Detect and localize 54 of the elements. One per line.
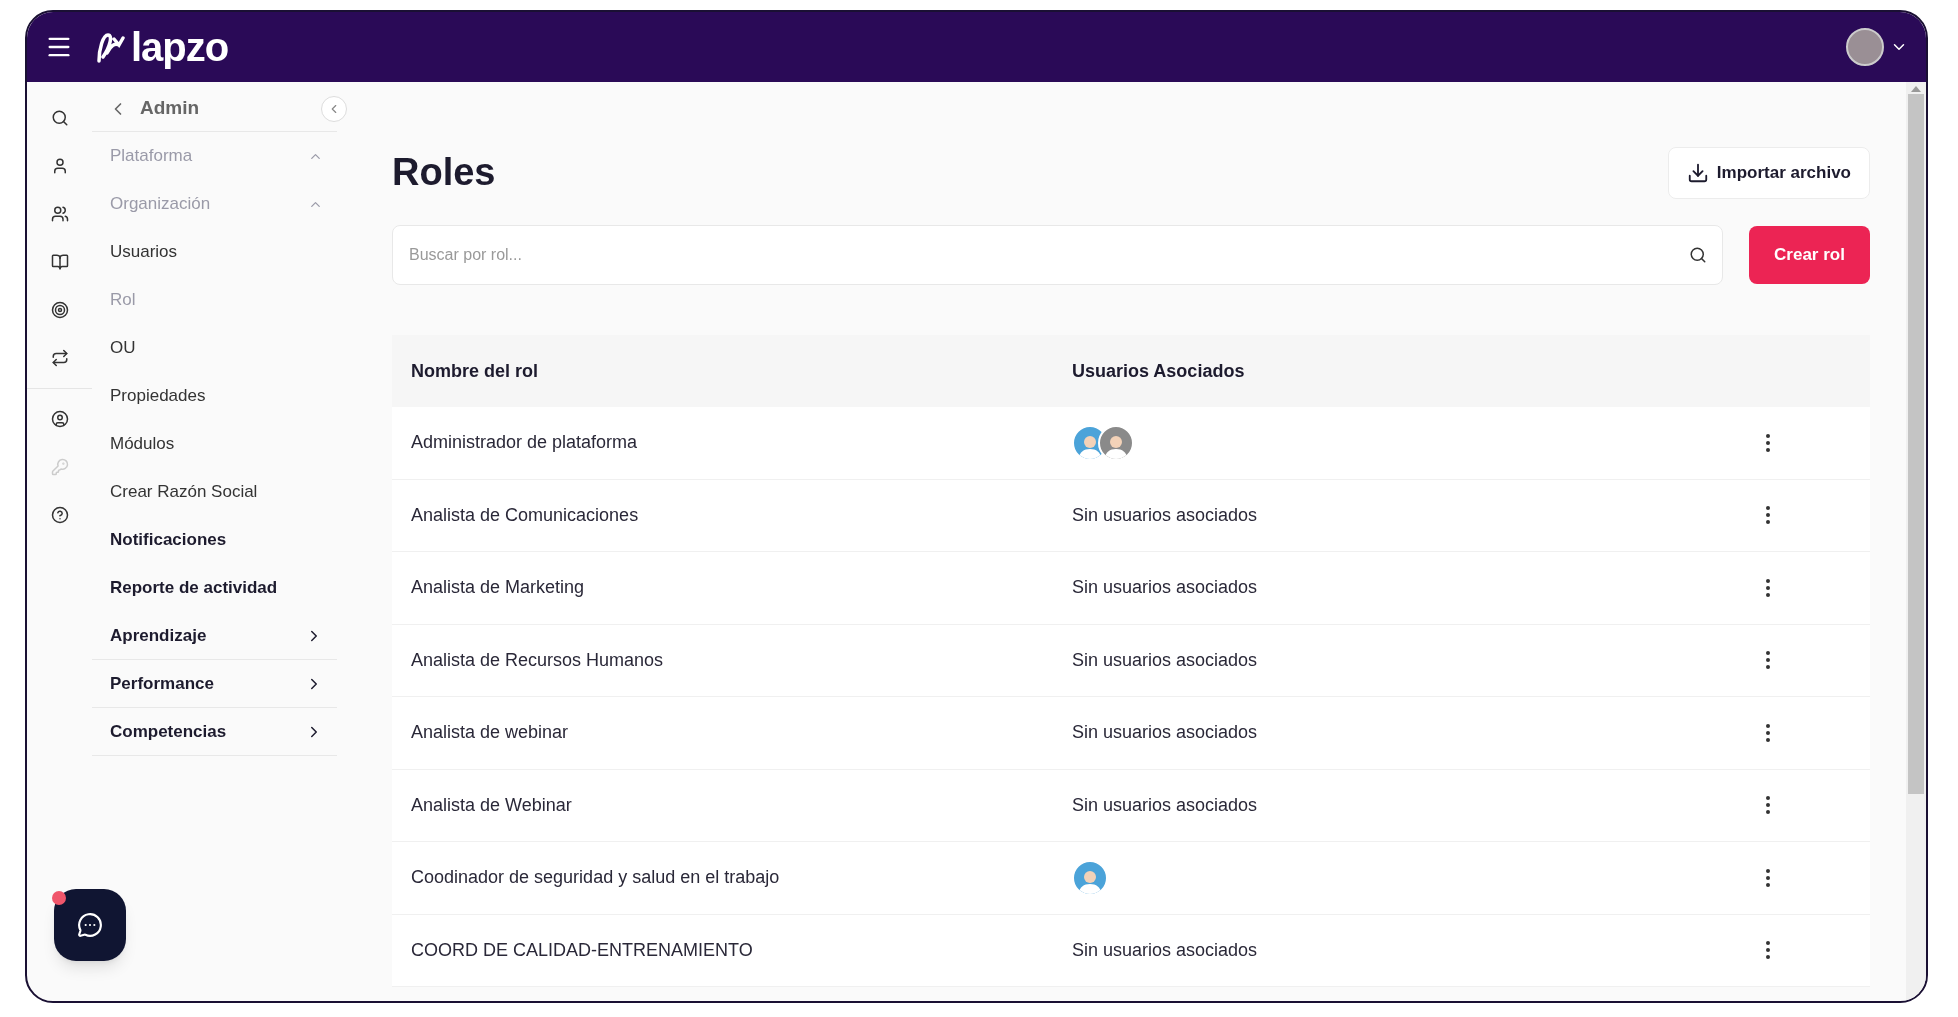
more-icon xyxy=(1766,723,1770,742)
more-button[interactable] xyxy=(1766,651,1770,670)
users-cell-text: Sin usuarios asociados xyxy=(1072,503,1258,527)
more-button[interactable] xyxy=(1766,433,1770,452)
nav-item[interactable]: Propiedades xyxy=(92,372,337,420)
role-name: Analista de Webinar xyxy=(410,793,573,817)
role-name: COORD DE CALIDAD-ENTRENAMIENTO xyxy=(410,938,754,962)
more-button[interactable] xyxy=(1766,796,1770,815)
column-header: Nombre del rol xyxy=(410,359,540,383)
nav-item[interactable]: Módulos xyxy=(92,420,337,468)
search-icon xyxy=(1689,246,1707,264)
role-name: Coodinador de seguridad y salud en el trabajo xyxy=(410,866,781,890)
download-icon xyxy=(1686,161,1709,184)
nav-item[interactable]: Reporte de actividad xyxy=(92,564,337,612)
more-icon xyxy=(1766,796,1770,815)
scrollbar[interactable] xyxy=(1906,82,1926,1001)
users-cell-text: Sin usuarios asociados xyxy=(1072,938,1258,962)
nav-item[interactable]: Usuarios xyxy=(92,228,337,276)
page-title: Roles xyxy=(392,150,496,195)
users-cell-text: Sin usuarios asociados xyxy=(1072,721,1258,745)
back-link[interactable]: Admin xyxy=(108,94,200,123)
users-cell-text: Sin usuarios asociados xyxy=(1072,648,1258,672)
nav-item[interactable]: Crear Razón Social xyxy=(92,468,337,516)
more-button[interactable] xyxy=(1766,578,1770,597)
more-button[interactable] xyxy=(1766,941,1770,960)
more-icon xyxy=(1766,578,1770,597)
chat-icon xyxy=(77,912,103,938)
more-button[interactable] xyxy=(1766,506,1770,525)
role-name: Analista de Comunicaciones xyxy=(410,503,640,527)
role-name: Analista de Recursos Humanos xyxy=(410,648,665,672)
nav-item[interactable]: Notificaciones xyxy=(92,516,337,564)
import-button[interactable]: Importar archivo xyxy=(1667,146,1870,199)
more-icon xyxy=(1766,941,1770,960)
chat-button[interactable] xyxy=(54,889,126,961)
more-icon xyxy=(1766,433,1770,452)
role-name: Administrador de plataforma xyxy=(410,431,639,455)
more-icon xyxy=(1766,868,1770,887)
nav-group[interactable]: Performance xyxy=(92,660,337,708)
profile-avatar[interactable] xyxy=(1846,28,1884,66)
role-name: Analista de webinar xyxy=(410,721,570,745)
more-icon xyxy=(1766,506,1770,525)
role-name: Analista de Marketing xyxy=(410,576,586,600)
users-cell-text: Sin usuarios asociados xyxy=(1072,576,1258,600)
nav-group[interactable]: Competencias xyxy=(92,708,337,756)
column-header: Usuarios Asociados xyxy=(1072,359,1245,383)
nav-item[interactable]: OU xyxy=(92,324,337,372)
more-icon xyxy=(1766,651,1770,670)
users-cell-text: Sin usuarios asociados xyxy=(1072,793,1258,817)
search-field[interactable]: Buscar por rol... xyxy=(392,225,1723,285)
nav-group[interactable]: Aprendizaje xyxy=(92,612,337,660)
more-button[interactable] xyxy=(1766,723,1770,742)
create-button[interactable]: Crear rol xyxy=(1749,226,1870,284)
logo-text: lapzo xyxy=(131,27,229,67)
more-button[interactable] xyxy=(1766,868,1770,887)
